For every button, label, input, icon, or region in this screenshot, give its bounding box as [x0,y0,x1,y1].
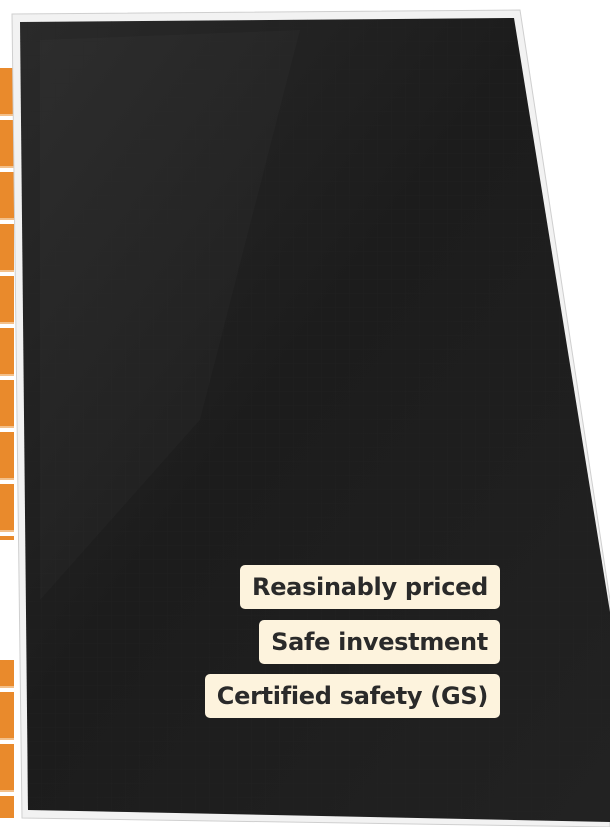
feature-label-investment: Safe investment [259,620,500,664]
feature-label-safety: Certified safety (GS) [204,674,500,718]
feature-label-price: Reasinably priced [240,565,500,609]
product-image: Reasinably priced Safe investment Certif… [0,0,610,827]
